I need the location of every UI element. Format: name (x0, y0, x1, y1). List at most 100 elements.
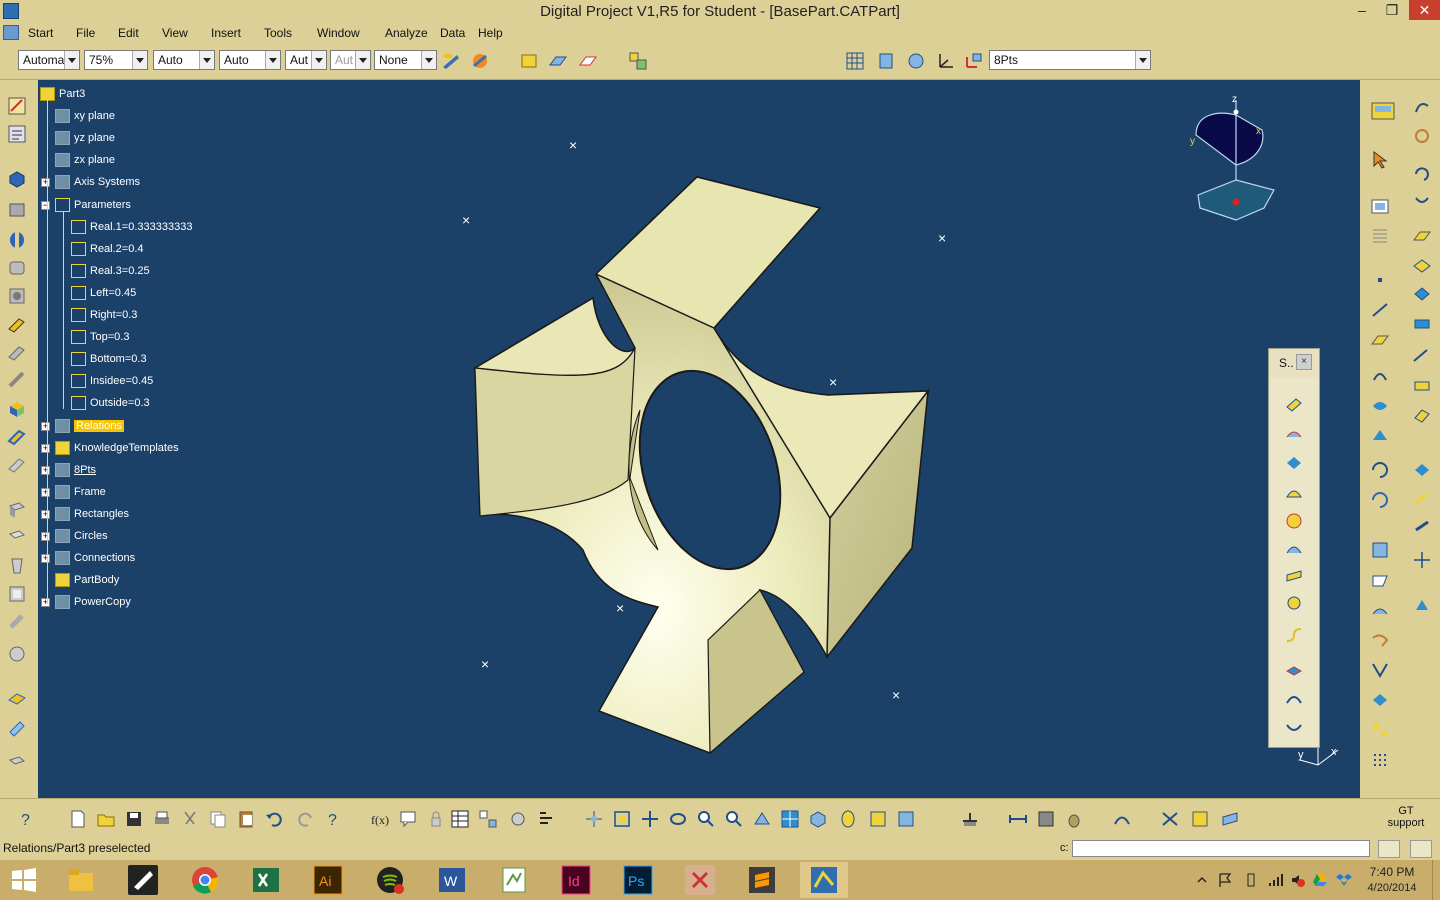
check-icon[interactable] (1220, 809, 1240, 829)
rotate-icon[interactable] (1412, 488, 1432, 508)
save-icon[interactable] (124, 809, 144, 829)
healing-icon[interactable] (1370, 660, 1390, 680)
plane-icon[interactable] (548, 51, 568, 71)
wave-icon[interactable] (1284, 661, 1304, 681)
catalog-icon[interactable] (628, 51, 648, 71)
chevron-down-icon[interactable] (1135, 51, 1150, 69)
volume-muted-icon[interactable] (1290, 872, 1306, 888)
swap-visible-space-icon[interactable] (896, 809, 916, 829)
pad-icon[interactable] (7, 168, 27, 188)
fly-mode-icon[interactable] (584, 809, 604, 829)
properties-icon[interactable] (470, 51, 490, 71)
loft-icon[interactable] (7, 426, 27, 446)
measure-inertia-icon[interactable] (1064, 809, 1084, 829)
floating-toolbar-close-icon[interactable]: × (1296, 354, 1312, 370)
chevron-down-icon[interactable] (265, 51, 280, 69)
multi-view-icon[interactable] (780, 809, 800, 829)
trim-icon[interactable] (1412, 404, 1432, 424)
clock-time[interactable]: 7:40 PM (1362, 865, 1422, 879)
hexagon-icon[interactable] (1284, 511, 1304, 531)
bowl-icon[interactable] (1284, 717, 1304, 737)
join-icon[interactable] (1370, 630, 1390, 650)
floating-toolbar-header[interactable]: S.. × (1269, 349, 1319, 377)
hide-show-icon[interactable] (1370, 100, 1396, 122)
chevron-down-icon[interactable] (199, 51, 214, 69)
line-thickness-combo[interactable]: Auto (153, 50, 215, 70)
taskbar-excel[interactable] (242, 862, 290, 898)
parameters-icon[interactable] (7, 124, 27, 144)
menu-view[interactable]: View (162, 26, 188, 40)
untrim-icon[interactable] (1370, 690, 1390, 710)
point-marker[interactable]: × (616, 600, 624, 616)
extract-icon[interactable] (1412, 346, 1432, 366)
compass[interactable]: z x y (1186, 90, 1278, 226)
pattern-icon[interactable] (1370, 750, 1390, 770)
rib-icon[interactable] (7, 314, 27, 334)
chamfer-icon[interactable] (7, 528, 27, 548)
hole-icon[interactable] (7, 286, 27, 306)
redo-icon[interactable] (296, 809, 316, 829)
left-flange-face[interactable] (472, 296, 636, 377)
chevron-down-icon[interactable] (421, 51, 436, 69)
restore-button[interactable]: ❐ (1378, 0, 1406, 20)
copy-icon[interactable] (208, 809, 228, 829)
transparency-combo[interactable]: 75% (84, 50, 148, 70)
knowledge-advisor-icon[interactable] (1160, 809, 1180, 829)
menu-edit[interactable]: Edit (118, 26, 139, 40)
law-icon[interactable] (478, 809, 498, 829)
fit-all-icon[interactable] (612, 809, 632, 829)
menu-window[interactable]: Window (317, 26, 360, 40)
dropbox-icon[interactable] (1336, 872, 1352, 888)
arch-icon[interactable] (1284, 689, 1304, 709)
whats-this-icon[interactable]: ? (18, 809, 38, 829)
revolve-icon[interactable] (1370, 396, 1390, 416)
shell-icon[interactable] (7, 584, 27, 604)
line-icon[interactable] (1370, 300, 1390, 320)
menu-insert[interactable]: Insert (211, 26, 241, 40)
plane-tool-icon[interactable] (1370, 330, 1390, 350)
knowledge-inspector-icon[interactable] (508, 809, 528, 829)
comment-icon[interactable] (398, 809, 418, 829)
update-icon[interactable] (960, 809, 980, 829)
google-drive-icon[interactable] (1312, 872, 1328, 888)
point-marker[interactable]: × (829, 374, 837, 390)
print-icon[interactable] (152, 809, 172, 829)
action-center-flag-icon[interactable] (1218, 872, 1232, 888)
rotation-tool-icon[interactable] (1284, 425, 1304, 445)
sphere-icon[interactable] (1370, 426, 1390, 446)
taskbar-illustrator[interactable]: Ai (304, 862, 352, 898)
current-set-combo[interactable]: 8Pts (989, 50, 1151, 70)
positioned-sketch-icon[interactable] (578, 51, 598, 71)
design-table-icon[interactable] (450, 809, 470, 829)
point-icon[interactable] (1370, 270, 1390, 290)
thickness-icon[interactable] (7, 612, 27, 632)
gt-support-button[interactable]: GT support (1384, 805, 1428, 829)
sketcher-icon[interactable] (7, 96, 27, 116)
multi-section-solid-icon[interactable] (7, 398, 27, 418)
stiffener-icon[interactable] (7, 370, 27, 390)
scan-icon[interactable] (1370, 196, 1390, 216)
undo-icon[interactable] (264, 809, 284, 829)
taskbar-digital-project[interactable] (800, 862, 848, 898)
slot-icon[interactable] (7, 342, 27, 362)
taskbar-chrome[interactable] (181, 862, 229, 898)
lock-icon[interactable] (426, 809, 446, 829)
affinity-icon[interactable] (1412, 596, 1432, 616)
point-marker[interactable]: × (462, 212, 470, 228)
taskbar-snipping-tool[interactable] (676, 862, 724, 898)
polyline-icon[interactable] (1412, 226, 1432, 246)
pocket-icon[interactable] (7, 200, 27, 220)
cylinder-icon[interactable] (1284, 453, 1304, 473)
painter-icon[interactable] (441, 51, 461, 71)
cut-icon[interactable] (180, 809, 200, 829)
removed-loft-icon[interactable] (7, 454, 27, 474)
line-type-combo[interactable]: Auto (219, 50, 281, 70)
rotate-view-icon[interactable] (668, 809, 688, 829)
taskbar-spotify[interactable] (366, 862, 414, 898)
symmetry-icon[interactable] (1412, 516, 1432, 536)
multi-section-surface-icon[interactable] (1370, 570, 1390, 590)
color-combo[interactable]: Automa (18, 50, 80, 70)
boundary-icon[interactable] (1412, 312, 1432, 332)
taskbar-sublime[interactable] (738, 862, 786, 898)
snap-icon[interactable] (906, 51, 926, 71)
